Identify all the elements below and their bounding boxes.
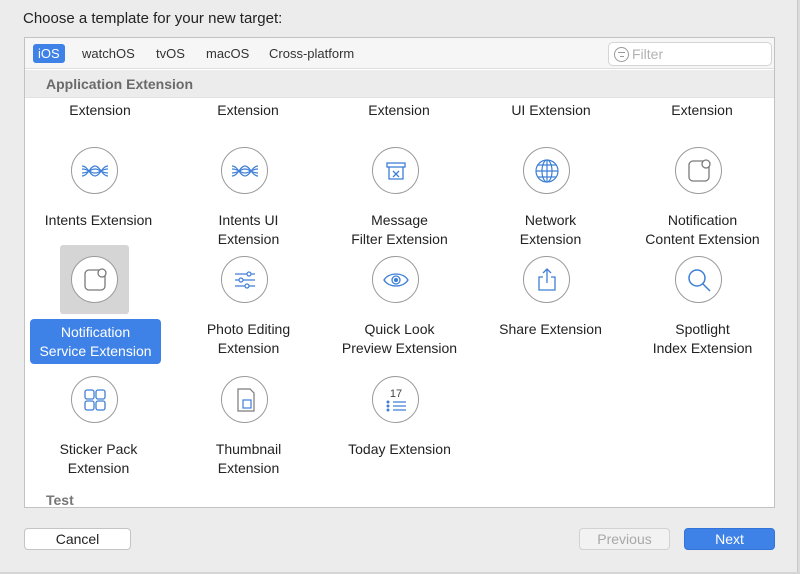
template-share-extension[interactable]: Share Extension [475,245,626,371]
template-name: Thumbnail [215,441,282,457]
filter-icon [614,47,629,62]
template-panel: iOS watchOS tvOS macOS Cross-platform Ap… [24,37,775,508]
template-thumbnail-extension[interactable]: Thumbnail Extension [173,365,324,491]
template-name: Network [524,212,577,228]
template-intents-ui-extension[interactable]: Intents UI Extension [173,136,324,262]
today-date-number: 17 [389,388,401,400]
template-photo-editing-extension[interactable]: Photo Editing Extension [173,245,324,371]
dialog-title: Choose a template for your new target: [23,10,283,27]
template-notification-content-extension[interactable]: Notification Content Extension [627,136,774,262]
tab-watchos[interactable]: watchOS [77,44,140,63]
template-name-line2: Service Extension [39,342,152,359]
template-today-extension[interactable]: 17 Today Extension [324,365,475,491]
partial-row-label[interactable]: Extension [324,101,474,119]
template-name: Intents UI [218,212,279,228]
selected-highlight [60,245,129,314]
thumbnail-icon [221,376,268,423]
quick-look-eye-icon [372,256,419,303]
notification-content-icon [675,147,722,194]
section-header-application-extension: Application Extension [25,70,774,98]
template-name-line2: Index Extension [652,339,753,356]
template-spotlight-index-extension[interactable]: Spotlight Index Extension [627,245,774,371]
template-name-line2: Extension [217,459,280,476]
intents-ui-icon [221,147,268,194]
template-name: Notification [60,324,131,340]
template-name: Notification [667,212,738,228]
template-name: Photo Editing [206,321,291,337]
filter-input[interactable] [632,45,767,63]
next-button[interactable]: Next [684,528,775,550]
message-filter-icon [372,147,419,194]
network-globe-icon [523,147,570,194]
template-name: Sticker Pack [59,441,138,457]
section-header-test: Test [46,492,74,508]
template-quick-look-preview-extension[interactable]: Quick Look Preview Extension [324,245,475,371]
template-name: Message [371,212,428,228]
tab-macos[interactable]: macOS [201,44,254,63]
template-name: Spotlight [675,321,730,337]
photo-editing-sliders-icon [221,256,268,303]
tab-tvos[interactable]: tvOS [151,44,190,63]
previous-button[interactable]: Previous [579,528,670,550]
template-name: Quick Look [364,321,435,337]
filter-field[interactable] [608,42,772,66]
platform-tab-bar: iOS watchOS tvOS macOS Cross-platform [25,38,774,69]
partial-row-label[interactable]: Extension [173,101,323,119]
sticker-pack-icon [71,376,118,423]
partial-row-label[interactable]: Extension [627,101,774,119]
template-message-filter-extension[interactable]: Message Filter Extension [324,136,475,262]
partial-row-label[interactable]: Extension [25,101,175,119]
template-network-extension[interactable]: Network Extension [475,136,626,262]
template-intents-extension[interactable]: Intents Extension [25,136,174,262]
selected-template-label: Notification Service Extension [30,319,161,364]
template-name: Intents Extension [44,212,153,228]
cancel-button[interactable]: Cancel [24,528,131,550]
spotlight-search-icon [675,256,722,303]
template-notification-service-extension[interactable]: Notification Service Extension [25,245,174,371]
intents-icon [71,147,118,194]
template-grid: Extension Extension Extension UI Extensi… [25,98,774,498]
tab-ios[interactable]: iOS [33,44,65,63]
template-name: Today Extension [348,441,451,457]
template-name-line2: Extension [217,339,280,356]
template-name-line2: Preview Extension [341,339,458,356]
partial-row-label[interactable]: UI Extension [476,101,626,119]
template-name: Share Extension [499,321,602,337]
template-sticker-pack-extension[interactable]: Sticker Pack Extension [25,365,174,491]
today-calendar-icon: 17 [372,376,419,423]
tab-cross-platform[interactable]: Cross-platform [264,44,359,63]
template-name-line2: Extension [67,459,130,476]
share-icon [523,256,570,303]
notification-service-icon [71,256,118,303]
